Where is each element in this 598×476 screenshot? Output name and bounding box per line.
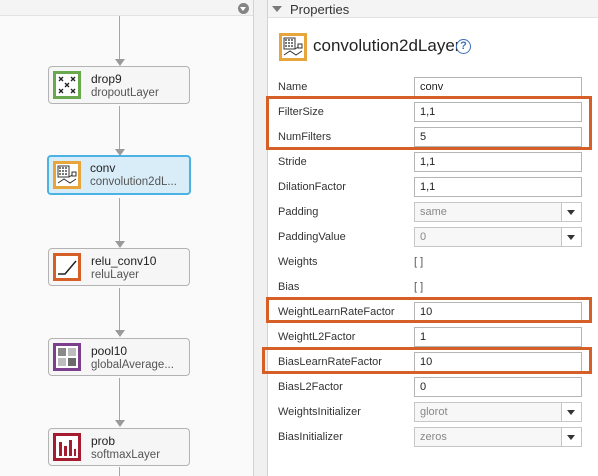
relu-icon: [53, 253, 81, 281]
property-label-padding: Padding: [278, 206, 319, 218]
biaslearnratefactor-input[interactable]: [414, 352, 582, 372]
biasinitializer-select[interactable]: zeros: [414, 427, 582, 447]
property-label-name: Name: [278, 81, 308, 93]
connection-edge: [119, 16, 120, 60]
convolution-icon: [279, 33, 307, 61]
arrowhead-icon: [115, 420, 125, 427]
node-type: dropoutLayer: [91, 87, 159, 99]
layer-node-prob[interactable]: prob softmaxLayer: [48, 428, 190, 466]
property-label-weightsinitializer: WeightsInitializer: [278, 406, 361, 418]
chevron-down-icon[interactable]: [561, 228, 581, 246]
connection-edge: [119, 378, 120, 421]
chevron-down-icon[interactable]: [561, 403, 581, 421]
collapse-arrow-icon[interactable]: [272, 6, 282, 12]
layer-node-relu-conv10[interactable]: relu_conv10 reluLayer: [48, 248, 190, 286]
node-name: relu_conv10: [91, 254, 157, 268]
canvas-toolbar: [0, 0, 253, 16]
node-name: prob: [91, 434, 116, 448]
property-label-biasl2factor: BiasL2Factor: [278, 381, 343, 393]
node-name: pool10: [91, 344, 128, 358]
weights-value: [ ]: [414, 256, 424, 268]
help-icon[interactable]: ?: [456, 39, 471, 54]
weightsinitializer-select[interactable]: glorot: [414, 402, 582, 422]
convolution-icon: [53, 161, 81, 189]
stride-input[interactable]: [414, 152, 582, 172]
select-value: glorot: [420, 406, 448, 418]
property-label-biasinitializer: BiasInitializer: [278, 431, 343, 443]
numfilters-input[interactable]: [414, 127, 582, 147]
weightl2factor-input[interactable]: [414, 327, 582, 347]
padding-select[interactable]: same: [414, 202, 582, 222]
collapse-icon[interactable]: [238, 3, 249, 14]
property-label-stride: Stride: [278, 156, 307, 168]
softmax-icon: [53, 433, 81, 461]
select-value: same: [420, 206, 447, 218]
layer-node-drop9[interactable]: drop9 dropoutLayer: [48, 66, 190, 104]
node-name: drop9: [91, 72, 122, 86]
arrowhead-icon: [115, 241, 125, 248]
properties-title: Properties: [290, 2, 350, 17]
properties-header[interactable]: Properties: [268, 0, 598, 18]
connection-edge: [119, 467, 120, 476]
bias-value: [ ]: [414, 281, 424, 293]
properties-panel: Properties convolution2dLayer ? Name Fil…: [262, 0, 598, 476]
connection-edge: [119, 106, 120, 150]
property-label-weightl2factor: WeightL2Factor: [278, 331, 356, 343]
pooling-icon: [53, 343, 81, 371]
chevron-down-icon[interactable]: [561, 203, 581, 221]
select-value: zeros: [420, 431, 447, 443]
network-canvas[interactable]: drop9 dropoutLayer conv convolution2dL..…: [0, 0, 253, 476]
property-label-paddingvalue: PaddingValue: [278, 231, 346, 243]
node-name: conv: [90, 161, 116, 175]
arrowhead-icon: [115, 59, 125, 66]
node-type: globalAverage...: [91, 359, 174, 371]
property-label-bias: Bias: [278, 281, 300, 293]
select-value: 0: [420, 231, 427, 243]
property-label-dilationfactor: DilationFactor: [278, 181, 346, 193]
layer-type-title: convolution2dLayer: [313, 36, 461, 55]
layer-node-conv[interactable]: conv convolution2dL...: [47, 155, 191, 195]
connection-edge: [119, 198, 120, 242]
panel-splitter[interactable]: [253, 0, 268, 476]
property-label-numfilters: NumFilters: [278, 131, 332, 143]
chevron-down-icon[interactable]: [561, 428, 581, 446]
property-label-biaslearnratefactor: BiasLearnRateFactor: [278, 356, 382, 368]
property-label-filtersize: FilterSize: [278, 106, 324, 118]
arrowhead-icon: [115, 330, 125, 337]
node-type: softmaxLayer: [91, 449, 161, 461]
node-type: convolution2dL...: [90, 176, 177, 188]
filtersize-input[interactable]: [414, 102, 582, 122]
dilationfactor-input[interactable]: [414, 177, 582, 197]
connection-edge: [119, 288, 120, 331]
paddingvalue-select[interactable]: 0: [414, 227, 582, 247]
name-input[interactable]: [414, 77, 582, 97]
property-label-weightlearnratefactor: WeightLearnRateFactor: [278, 306, 395, 318]
dropout-icon: [53, 71, 81, 99]
layer-node-pool10[interactable]: pool10 globalAverage...: [48, 338, 190, 376]
biasl2factor-input[interactable]: [414, 377, 582, 397]
node-type: reluLayer: [91, 269, 139, 281]
property-label-weights: Weights: [278, 256, 318, 268]
weightlearnratefactor-input[interactable]: [414, 302, 582, 322]
